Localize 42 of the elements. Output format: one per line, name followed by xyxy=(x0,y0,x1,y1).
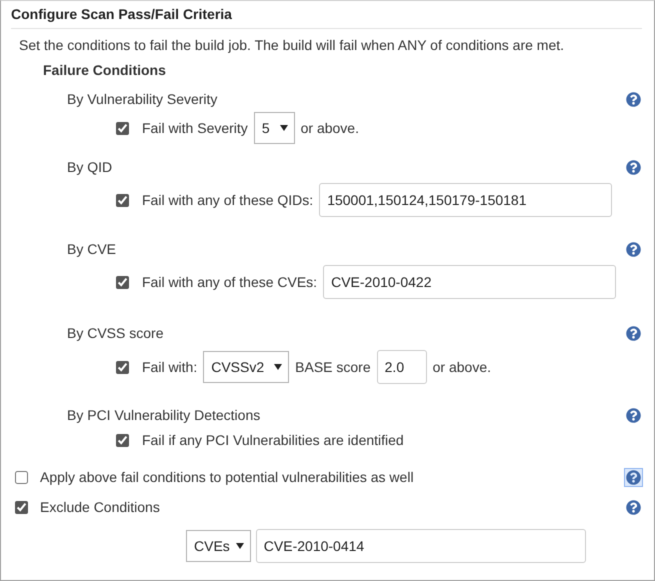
option-label: Fail with any of these CVEs: xyxy=(142,274,318,290)
caret-icon xyxy=(280,125,288,131)
score-field[interactable]: 2.0 xyxy=(376,350,427,384)
option-label: Apply above fail conditions to potential vulnerabilities as well xyxy=(40,469,414,485)
condition-label: By QID xyxy=(67,159,112,175)
section-title: Configure Scan Pass/Fail Criteria xyxy=(11,1,642,29)
help-icon[interactable] xyxy=(625,90,642,108)
checkbox[interactable] xyxy=(116,434,129,446)
exclude-type-dropdown[interactable]: CVEs xyxy=(186,530,251,562)
condition-label: By PCI Vulnerability Detections xyxy=(67,407,260,423)
option-label: Exclude Conditions xyxy=(40,499,160,515)
condition-label: By CVSS score xyxy=(67,325,164,341)
input-field[interactable]: CVE-2010-0414 xyxy=(256,529,586,563)
section-heading: Failure Conditions xyxy=(43,62,167,78)
checkbox[interactable] xyxy=(15,470,28,484)
checkbox[interactable] xyxy=(116,194,129,206)
input-field[interactable]: CVE-2010-0422 xyxy=(323,265,616,299)
suffix-text: or above. xyxy=(432,359,492,375)
checkbox[interactable] xyxy=(116,276,129,288)
option-label: Fail if any PCI Vulnerabilities are identified xyxy=(142,432,404,448)
help-icon[interactable] xyxy=(625,498,642,516)
help-icon[interactable] xyxy=(625,158,642,176)
option-label: Fail with any of these QIDs: xyxy=(142,192,314,208)
condition-label: By Vulnerability Severity xyxy=(67,91,218,107)
checkbox[interactable] xyxy=(116,360,129,374)
checkbox[interactable] xyxy=(15,500,28,514)
help-icon[interactable] xyxy=(625,324,642,342)
condition-label: By CVE xyxy=(67,241,116,257)
severity-dropdown[interactable]: 5 xyxy=(254,112,295,144)
option-label: Fail with Severity xyxy=(142,120,248,136)
help-icon[interactable] xyxy=(625,468,642,486)
help-icon[interactable] xyxy=(625,240,642,258)
checkbox[interactable] xyxy=(116,122,129,134)
input-field[interactable]: 150001,150124,150179-150181 xyxy=(319,183,612,217)
description-text: Set the conditions to fail the build job. The build will fail when ANY of conditions are met. xyxy=(19,37,566,53)
option-label: BASE score xyxy=(295,359,371,375)
version-dropdown[interactable]: CVSSv2 xyxy=(203,351,290,383)
suffix-text: or above. xyxy=(300,120,359,136)
caret-icon xyxy=(236,543,244,549)
option-label: Fail with: xyxy=(142,359,198,375)
help-icon[interactable] xyxy=(625,406,642,424)
caret-icon xyxy=(274,364,282,370)
